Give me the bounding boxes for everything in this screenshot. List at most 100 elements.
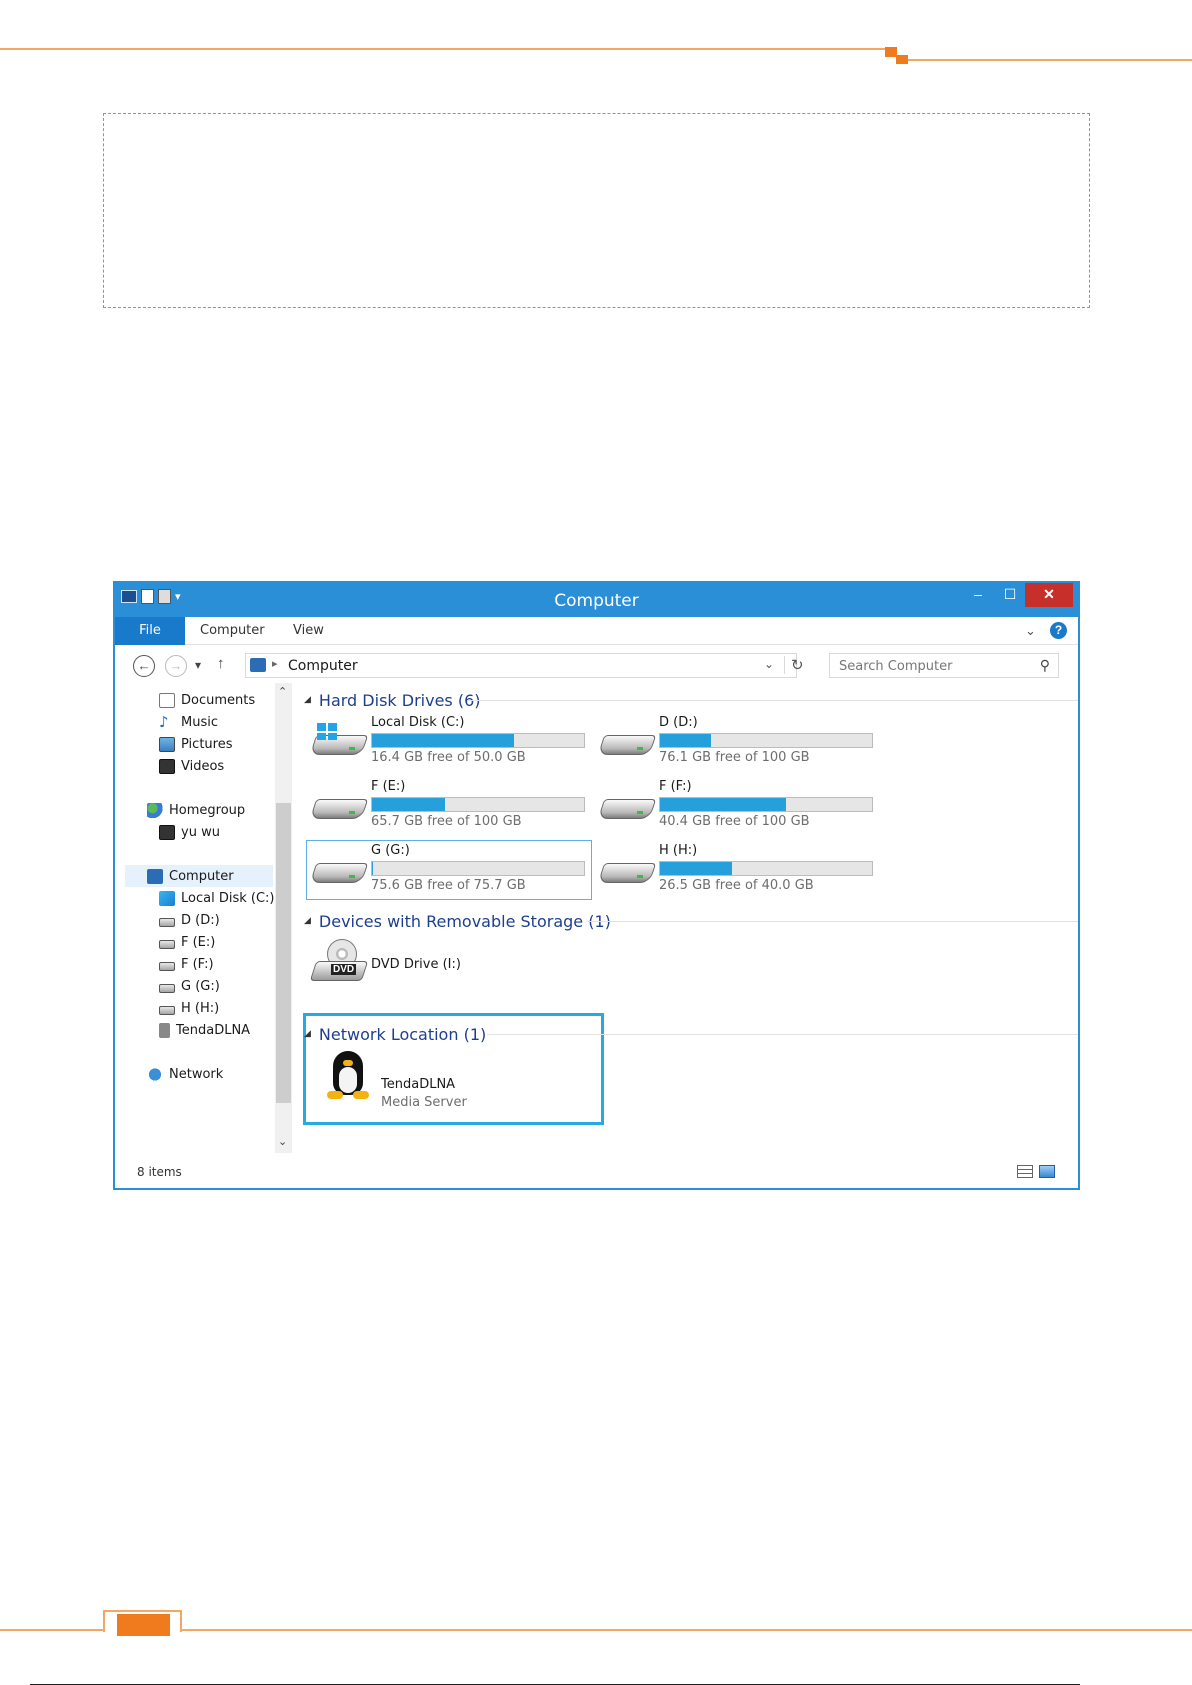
tiles-view-icon[interactable] [1039,1165,1055,1178]
help-icon[interactable]: ? [1050,622,1067,639]
scroll-up-icon[interactable]: ⌃ [278,685,287,698]
explorer-window: ▾ Computer – ☐ ✕ File Computer View ⌄ ? … [113,581,1080,1190]
drive-tile-f[interactable]: F (F:) 40.4 GB free of 100 GB [595,777,877,833]
drive-free-space: 16.4 GB free of 50.0 GB [371,750,526,765]
tab-view[interactable]: View [293,617,324,645]
computer-icon [147,868,163,884]
search-input[interactable]: Search Computer [839,659,952,674]
dvd-drive-tile[interactable]: DVD DVD Drive (I:) [307,935,589,991]
collapse-icon[interactable]: ◢ [304,916,311,926]
tab-computer[interactable]: Computer [200,617,265,645]
sidebar-item-label: Music [181,714,218,730]
sidebar-item-user[interactable]: yu wu [159,821,220,843]
header-rule-right [905,59,1192,61]
network-location-type: Media Server [381,1095,467,1110]
capacity-bar-fill [372,734,515,747]
sidebar-item-pictures[interactable]: Pictures [159,733,232,755]
drive-free-space: 40.4 GB free of 100 GB [659,814,810,829]
forward-button[interactable]: → [165,655,187,677]
back-button[interactable]: ← [133,655,155,677]
drive-free-space: 76.1 GB free of 100 GB [659,750,810,765]
minimize-button[interactable]: – [963,583,993,607]
sidebar-item-label: Homegroup [169,802,246,818]
sidebar-item-documents[interactable]: Documents [159,689,255,711]
sidebar-item-label: D (D:) [181,912,220,928]
sidebar-item-drive-d[interactable]: D (D:) [159,909,220,931]
scroll-down-icon[interactable]: ⌄ [278,1135,287,1148]
sidebar-scrollbar[interactable]: ⌃ ⌄ [275,683,292,1153]
address-dropdown-icon[interactable]: ⌄ [764,657,774,671]
sidebar-item-drive-g[interactable]: G (G:) [159,975,220,997]
drive-tile-c[interactable]: Local Disk (C:) 16.4 GB free of 50.0 GB [307,713,589,769]
capacity-bar-fill [372,798,445,811]
collapse-icon[interactable]: ◢ [304,695,311,705]
sidebar-item-local-disk-c[interactable]: Local Disk (C:) [159,887,274,909]
drive-icon [159,939,175,949]
drive-icon [159,1005,175,1015]
sidebar-item-homegroup[interactable]: Homegroup [147,799,245,821]
media-server-icon [159,1022,170,1038]
search-box[interactable]: Search Computer ⚲ [829,653,1059,678]
group-title: Devices with Removable Storage (1) [318,911,611,931]
dvd-badge: DVD [331,964,357,975]
breadcrumb-separator-icon[interactable]: ▸ [272,657,278,670]
sidebar-item-label: G (G:) [181,978,220,994]
group-header-hard-disk-drives[interactable]: ◢ Hard Disk Drives (6) [304,689,481,711]
network-location-name: TendaDLNA [381,1077,456,1092]
search-icon[interactable]: ⚲ [1040,657,1050,674]
capacity-bar-fill [660,798,787,811]
sidebar-item-label: Local Disk (C:) [181,890,275,906]
capacity-bar-fill [660,734,711,747]
group-divider [467,700,1078,701]
drive-icon [597,723,657,761]
network-location-tile[interactable]: TendaDLNA Media Server [307,1029,597,1119]
drive-name: D (D:) [659,715,698,730]
sidebar-item-computer[interactable]: Computer [125,865,273,887]
drive-icon [159,983,175,993]
capacity-bar-fill [660,862,732,875]
scroll-thumb[interactable] [276,803,291,1103]
details-view-icon[interactable] [1017,1165,1033,1178]
page-number-tab-fill [117,1614,170,1636]
capacity-bar [371,733,585,748]
dvd-drive-icon: DVD [309,939,369,985]
recent-locations-icon[interactable]: ▾ [195,658,201,672]
tab-file[interactable]: File [115,617,185,645]
breadcrumb-computer[interactable]: Computer [288,658,358,674]
drive-tile-d[interactable]: D (D:) 76.1 GB free of 100 GB [595,713,877,769]
windows-drive-icon [159,890,175,906]
maximize-button[interactable]: ☐ [995,583,1025,607]
sidebar-item-network[interactable]: Network [147,1063,223,1085]
address-bar[interactable]: ▸ Computer ⌄ ↻ [245,653,804,678]
sidebar-item-drive-h[interactable]: H (H:) [159,997,219,1019]
group-divider [587,921,1078,922]
drive-tile-g[interactable]: G (G:) 75.6 GB free of 75.7 GB [306,840,592,900]
group-title: Hard Disk Drives (6) [318,690,481,710]
linux-penguin-icon [327,1051,371,1101]
header-ornament-2 [896,55,908,64]
sidebar-item-drive-e[interactable]: F (E:) [159,931,215,953]
dvd-drive-name: DVD Drive (I:) [371,957,461,972]
title-bar: ▾ Computer – ☐ ✕ [115,583,1078,617]
group-header-removable-storage[interactable]: ◢ Devices with Removable Storage (1) [304,910,611,932]
drive-tile-e[interactable]: F (E:) 65.7 GB free of 100 GB [307,777,589,833]
up-button[interactable]: ↑ [217,655,225,672]
sidebar-item-label: Network [169,1066,224,1082]
sidebar-item-tendadlna[interactable]: TendaDLNA [159,1019,250,1041]
sidebar-item-label: F (E:) [181,934,216,950]
drive-free-space: 65.7 GB free of 100 GB [371,814,522,829]
sidebar-item-videos[interactable]: Videos [159,755,224,777]
note-box [103,113,1090,308]
header-rule [0,48,895,50]
sidebar-item-music[interactable]: ♪ Music [159,711,218,733]
drive-name: G (G:) [371,843,410,858]
refresh-icon[interactable]: ↻ [784,656,804,674]
drive-tile-h[interactable]: H (H:) 26.5 GB free of 40.0 GB [595,841,877,897]
sidebar-item-drive-f[interactable]: F (F:) [159,953,214,975]
pictures-icon [159,736,175,752]
expand-ribbon-icon[interactable]: ⌄ [1025,623,1036,639]
drive-name: F (E:) [371,779,406,794]
capacity-bar [659,797,873,812]
close-button[interactable]: ✕ [1025,583,1073,607]
sidebar-item-label: yu wu [181,824,220,840]
